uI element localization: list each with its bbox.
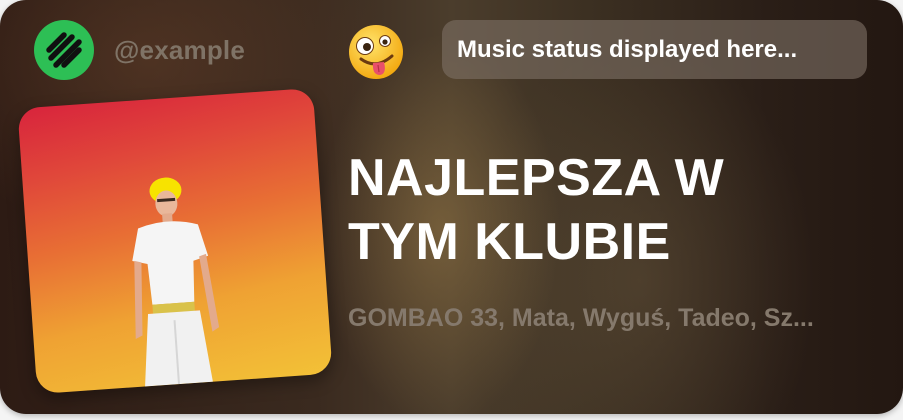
username[interactable]: @example	[114, 35, 245, 66]
status-pill[interactable]: Music status displayed here...	[442, 20, 867, 79]
track-title-line-2: TYM KLUBIE	[348, 213, 671, 271]
track-artists[interactable]: GOMBAO 33, Mata, Wyguś, Tadeo, Sz...	[348, 304, 814, 333]
album-cover-figure	[132, 177, 220, 387]
status-text: Music status displayed here...	[457, 35, 798, 63]
music-status-card: @example Music status displayed here...	[0, 0, 903, 414]
track-title: NAJLEPSZA W TYM KLUBIE	[348, 146, 868, 274]
album-cover-image[interactable]	[17, 88, 333, 394]
striped-logo-icon[interactable]	[34, 20, 94, 80]
track-title-line-1: NAJLEPSZA W	[348, 149, 725, 207]
zany-face-emoji-icon	[346, 22, 406, 82]
